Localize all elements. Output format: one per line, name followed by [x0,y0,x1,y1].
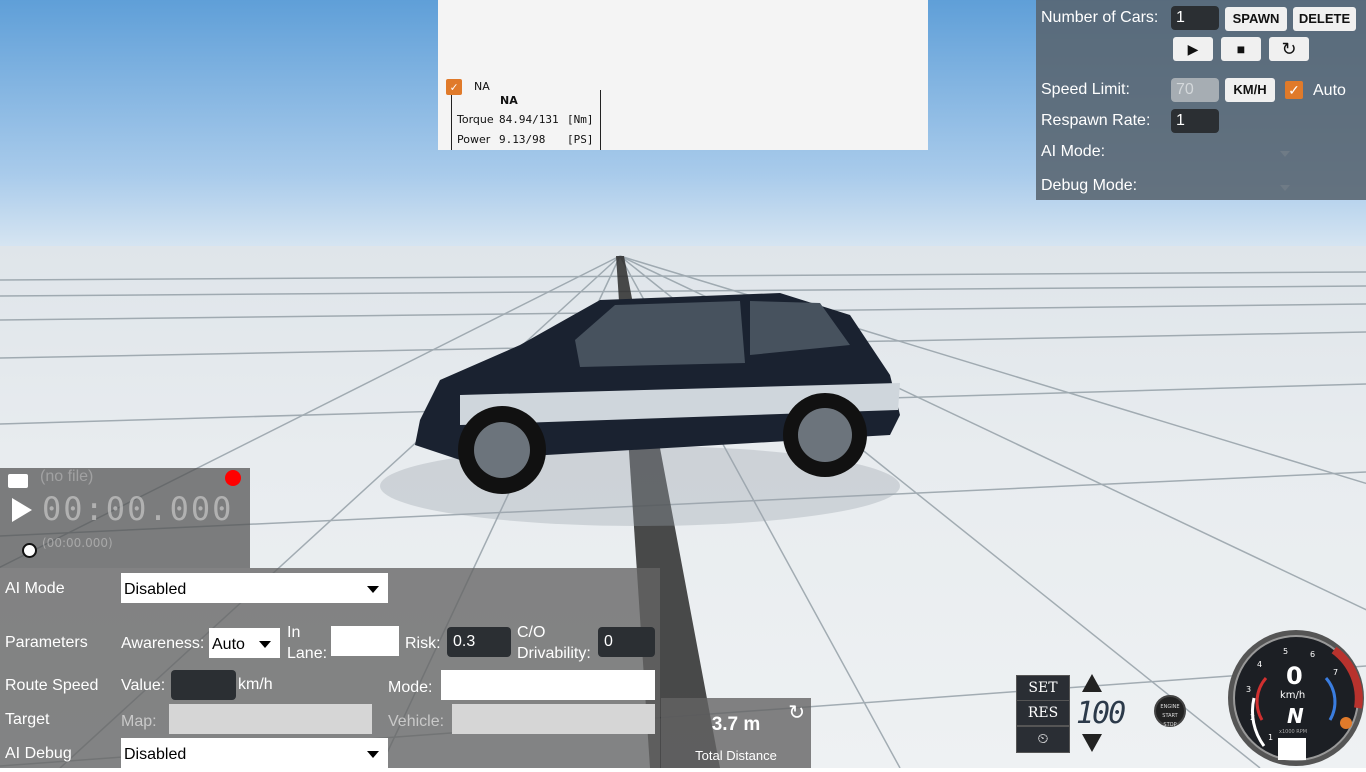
in-lane-label-2: Lane: [287,645,328,662]
power-row: Power 9.13/98 [PS] [457,133,594,146]
gauge-tick-3: 3 [1246,685,1252,694]
speedometer-icon[interactable]: ⏲ [1016,726,1070,753]
record-icon[interactable] [225,470,241,486]
num-cars-input[interactable]: 1 [1171,6,1219,30]
speed-readout: 0 [1286,662,1303,690]
respawn-rate-input[interactable]: 1 [1171,109,1219,133]
folder-icon[interactable] [8,474,28,488]
map-input[interactable] [169,704,372,734]
torque-row: Torque 84.94/131 [Nm] [457,113,594,126]
refresh-icon[interactable]: ↻ [1269,37,1309,61]
awareness-select[interactable]: Auto [209,628,280,658]
vehicle-input[interactable] [452,704,655,734]
replay-panel: (no file) 00:00.000 (00:00.000) [0,468,250,568]
ai-debug-select[interactable]: Disabled [121,738,388,768]
car-image [415,293,900,494]
replay-slider-handle[interactable] [22,543,37,558]
gauge-tick-7: 7 [1333,668,1339,677]
auto-label: Auto [1313,82,1346,99]
route-speed-label: Route Speed [5,677,99,694]
awareness-label: Awareness: [121,635,205,652]
graph-axis-right [600,90,601,150]
debug-mode-label: Debug Mode: [1041,177,1138,194]
cruise-speed: 100 [1076,696,1126,731]
drivability-input[interactable]: 0 [598,627,655,657]
speed-limit-label: Speed Limit: [1041,81,1130,98]
ai-mode-label: AI Mode [5,580,65,597]
map-label: Map: [121,713,157,730]
target-label: Target [5,711,50,728]
na-checkbox[interactable]: ✓ [446,79,462,95]
stop-icon[interactable]: ■ [1221,37,1261,61]
ai-panel: AI Mode Disabled Parameters Awareness: A… [0,568,660,768]
graph-header: NA [500,94,518,107]
powertrain-graph-panel: ✓ NA NA Torque 84.94/131 [Nm] Power 9.13/98… [438,0,928,150]
co-label-2: Drivability: [517,645,591,662]
engine-start-stop-button[interactable]: ENGINE START STOP [1154,695,1186,728]
ai-mode-dropdown[interactable] [1280,151,1290,157]
gear-indicator: N [1287,704,1304,728]
dashboard-gauge: 1 2 3 4 5 6 7 0 km/h N x1000 RPM [1226,628,1366,768]
kmh-label: km/h [238,676,273,693]
play-icon[interactable] [12,498,32,522]
co-label-1: C/O [517,624,546,641]
chevron-down-icon [259,641,271,648]
value-label: Value: [121,677,166,694]
ai-mode-select[interactable]: Disabled [121,573,388,603]
risk-input[interactable]: 0.3 [447,627,511,657]
cruise-set-button[interactable]: SET [1016,675,1070,701]
speed-unit: km/h [1280,690,1306,701]
unit-button[interactable]: KM/H [1225,78,1275,102]
vehicle-label: Vehicle: [388,713,445,730]
route-speed-input[interactable] [171,670,236,700]
respawn-rate-label: Respawn Rate: [1041,112,1151,129]
speed-limit-input[interactable]: 70 [1171,78,1219,102]
total-distance-widget: 3.7 m Total Distance ↻ [661,698,811,768]
na-checkbox-label: NA [474,80,490,93]
replay-file-name: (no file) [40,468,94,485]
risk-label: Risk: [405,635,441,652]
ai-debug-label: AI Debug [5,745,72,762]
num-cars-label: Number of Cars: [1041,9,1159,26]
rpm-label: x1000 RPM [1279,729,1308,735]
gauge-tick-6: 6 [1310,650,1316,659]
delete-button[interactable]: DELETE [1293,7,1356,31]
traffic-panel: Number of Cars: 1 SPAWN DELETE ▶ ■ ↻ Spe… [1036,0,1366,200]
distance-label: Total Distance [695,748,777,763]
parameters-label: Parameters [5,634,88,651]
cruise-res-button[interactable]: RES [1016,700,1070,726]
ai-mode-label: AI Mode: [1041,143,1106,160]
graph-axis-left [451,86,452,150]
chevron-down-icon [367,751,379,758]
gauge-tick-1: 1 [1268,733,1274,742]
play-icon[interactable]: ▶ [1173,37,1213,61]
debug-mode-dropdown[interactable] [1280,185,1290,191]
speed-up-icon[interactable] [1082,674,1102,692]
reset-icon[interactable]: ↻ [788,700,805,725]
in-lane-input[interactable] [331,626,399,656]
speed-down-icon[interactable] [1082,734,1102,752]
replay-time: 00:00.000 [42,490,234,528]
gauge-tick-4: 4 [1257,660,1263,669]
mode-label: Mode: [388,679,433,696]
gauge-tick-2: 2 [1250,713,1256,722]
in-lane-label-1: In [287,624,301,641]
route-mode-input[interactable] [441,670,655,700]
replay-subtime: (00:00.000) [42,536,113,550]
chevron-down-icon [367,586,379,593]
auto-checkbox[interactable]: ✓ [1285,81,1303,99]
gauge-tick-5: 5 [1283,647,1289,656]
spawn-button[interactable]: SPAWN [1225,7,1287,31]
